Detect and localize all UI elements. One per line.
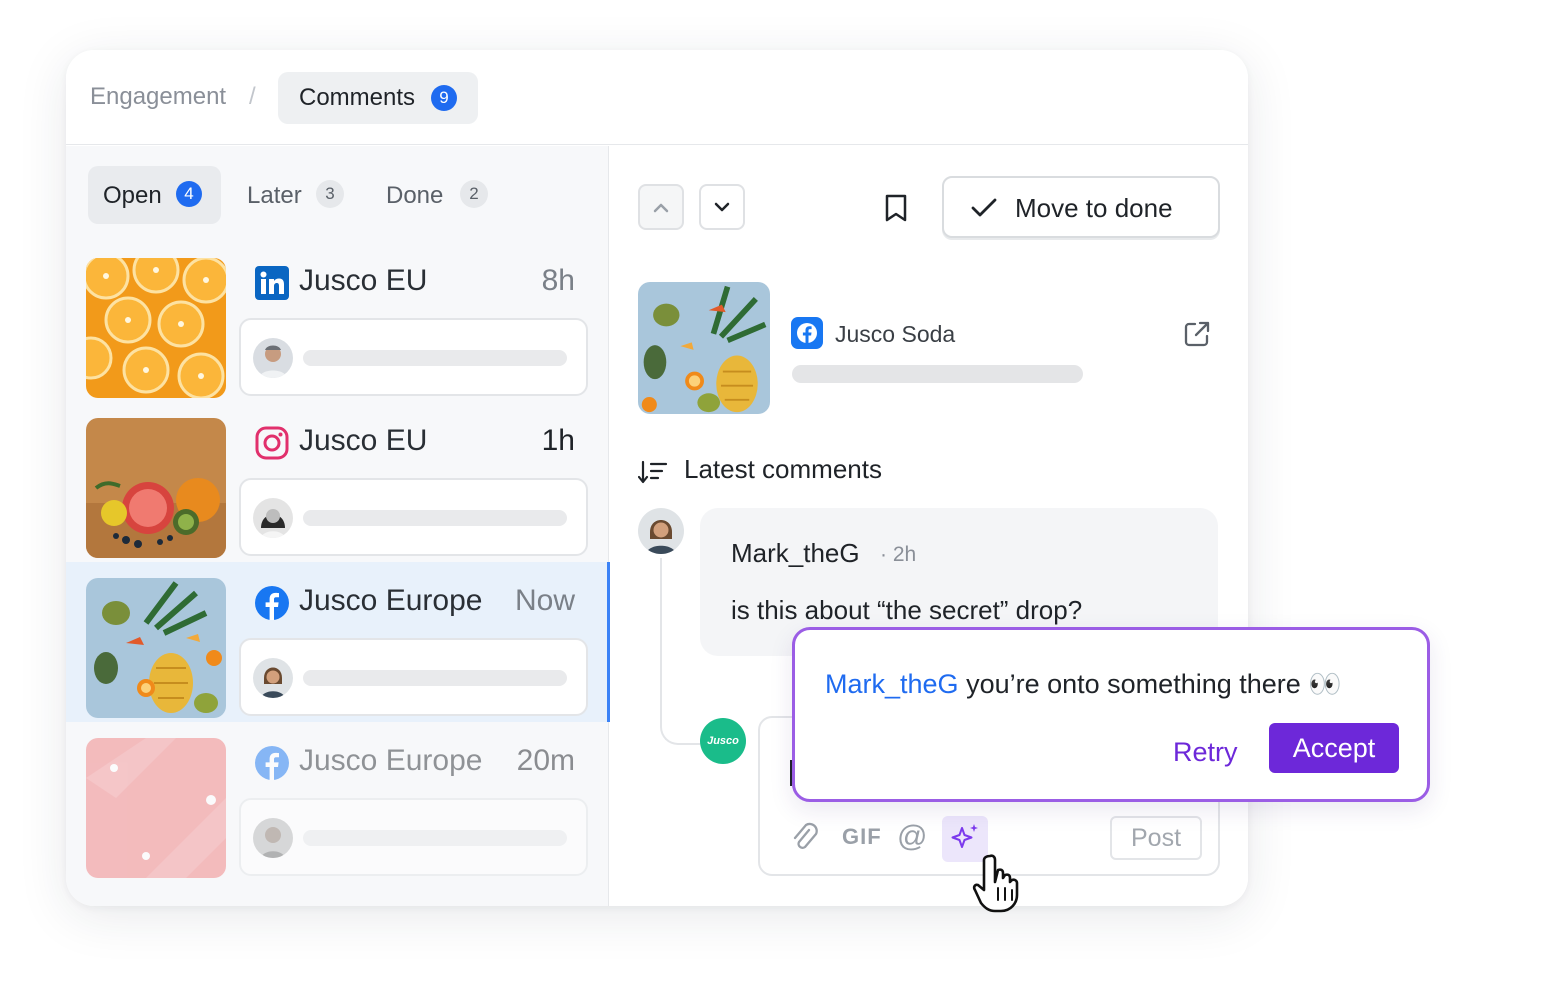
suggestion-body: you’re onto something there 👀 <box>966 669 1342 699</box>
sort-icon[interactable] <box>638 459 668 485</box>
filter-open-label: Open <box>103 182 162 209</box>
post-image[interactable] <box>638 282 770 414</box>
move-to-done-button[interactable]: Move to done <box>942 176 1220 238</box>
comment-placeholder-bar <box>303 830 567 846</box>
list-item[interactable]: Jusco Europe 20m <box>66 722 609 882</box>
avatar <box>253 658 293 698</box>
post-thumbnail-oranges <box>86 258 226 398</box>
latest-comments-heading: Latest comments <box>684 454 882 484</box>
timestamp: 1h <box>541 424 575 457</box>
move-to-done-label: Move to done <box>1015 193 1173 223</box>
gif-button[interactable]: GIF <box>842 824 882 868</box>
breadcrumb-separator: / <box>249 83 256 110</box>
mention-button[interactable]: @ <box>897 820 927 864</box>
previous-button[interactable] <box>638 184 684 230</box>
avatar[interactable] <box>638 508 684 554</box>
next-button[interactable] <box>699 184 745 230</box>
comments-count-badge: 9 <box>431 85 457 111</box>
comment-placeholder-bar <box>303 350 567 366</box>
filter-later-tab[interactable]: Later 3 <box>232 166 352 224</box>
avatar <box>253 818 293 858</box>
filter-open-tab[interactable]: Open 4 <box>88 166 221 224</box>
hand-pointer-cursor-icon <box>972 854 1019 913</box>
check-icon <box>971 198 997 217</box>
external-link-icon[interactable] <box>1183 320 1211 348</box>
suggestion-text: Mark_theG you’re onto something there 👀 <box>825 668 1342 700</box>
filter-done-tab[interactable]: Done 2 <box>371 166 491 224</box>
filter-done-count: 2 <box>460 180 488 208</box>
comment-author[interactable]: Mark_theG <box>731 538 860 569</box>
breadcrumb: Engagement / Comments 9 <box>66 50 1248 145</box>
post-button[interactable]: Post <box>1110 816 1202 860</box>
comment-preview <box>239 638 588 716</box>
account-name: Jusco EU <box>299 424 428 457</box>
list-item[interactable]: Jusco EU 1h <box>66 402 609 562</box>
comment-placeholder-bar <box>303 510 567 526</box>
facebook-icon <box>255 586 289 620</box>
comments-label: Comments <box>299 84 416 111</box>
conversation-list-panel: Open 4 Later 3 Done 2 Jusco EU 8h Jusco … <box>66 146 610 906</box>
chevron-down-icon <box>714 202 730 212</box>
post-account-name: Jusco Soda <box>835 321 956 347</box>
account-name: Jusco EU <box>299 264 428 297</box>
timestamp: 8h <box>541 264 575 297</box>
filter-done-label: Done <box>386 182 444 209</box>
accept-button[interactable]: Accept <box>1269 723 1399 773</box>
filter-later-count: 3 <box>316 180 344 208</box>
chevron-up-icon <box>653 203 669 213</box>
post-thumbnail-grapefruit <box>86 738 226 878</box>
account-name: Jusco Europe <box>299 584 483 617</box>
filter-open-count: 4 <box>176 181 202 207</box>
instagram-icon <box>255 426 289 460</box>
timestamp: Now <box>514 584 575 617</box>
comment-timestamp: · 2h <box>880 543 917 566</box>
comment-preview <box>239 318 588 396</box>
suggestion-mention[interactable]: Mark_theG <box>825 669 959 699</box>
post-thumbnail-fruits <box>86 418 226 558</box>
timestamp: 20m <box>516 744 575 777</box>
comment-preview <box>239 798 588 876</box>
linkedin-icon <box>255 266 289 300</box>
brand-avatar: Jusco <box>700 718 746 764</box>
bookmark-icon[interactable] <box>883 193 909 223</box>
post-text-placeholder-bar <box>792 365 1083 383</box>
attachment-icon[interactable] <box>790 816 818 860</box>
comment-preview <box>239 478 588 556</box>
retry-button[interactable]: Retry <box>1173 727 1238 777</box>
thread-connector <box>660 558 700 745</box>
post-thumbnail-pineapple <box>86 578 226 718</box>
comment-placeholder-bar <box>303 670 567 686</box>
facebook-icon <box>255 746 289 780</box>
breadcrumb-comments-tab[interactable]: Comments 9 <box>278 72 478 124</box>
comment-text: is this about “the secret” drop? <box>731 595 1083 625</box>
ai-suggestion-popup: Mark_theG you’re onto something there 👀 … <box>792 627 1430 802</box>
breadcrumb-engagement[interactable]: Engagement <box>90 83 226 111</box>
account-name: Jusco Europe <box>299 744 483 777</box>
facebook-icon <box>791 317 823 349</box>
avatar <box>253 338 293 378</box>
filter-later-label: Later <box>247 182 302 209</box>
list-item[interactable]: Jusco EU 8h <box>66 242 609 402</box>
list-item[interactable]: Jusco Europe Now <box>66 562 610 722</box>
avatar <box>253 498 293 538</box>
